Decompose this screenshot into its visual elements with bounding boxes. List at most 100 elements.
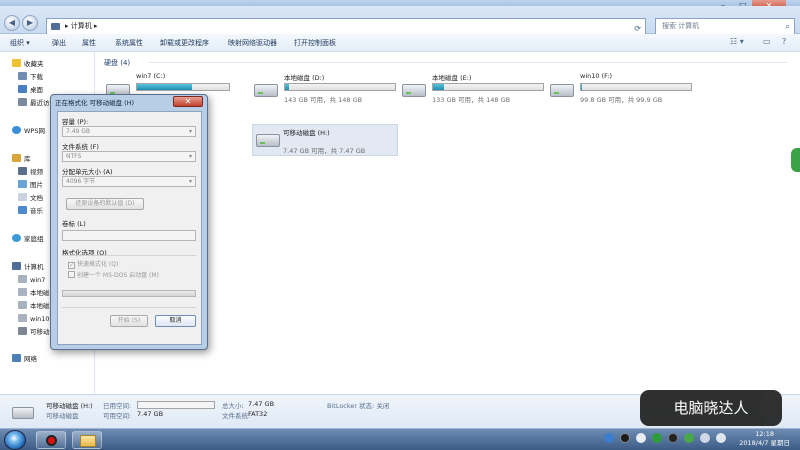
details-total-value: 7.47 GB	[248, 400, 275, 408]
uninstall-button[interactable]: 卸载或更改程序	[160, 37, 209, 49]
drive-info: 133 GB 可用，共 148 GB	[432, 96, 511, 104]
options-divider	[62, 255, 196, 256]
eject-button[interactable]: 弹出	[52, 37, 66, 49]
drive-h-removable[interactable]: 可移动磁盘 (H:) 7.47 GB 可用，共 7.47 GB	[252, 124, 398, 156]
sidebar-item-local-e[interactable]: 本地磁	[18, 300, 50, 312]
video-icon	[18, 167, 27, 175]
quick-format-checkbox[interactable]: ✓ 快速格式化 (Q)	[68, 259, 118, 269]
msdos-startup-checkbox[interactable]: 创建一个 MS-DOS 启动盘 (M)	[68, 270, 159, 279]
drive-info: 7.47 GB 可用，共 7.47 GB	[283, 147, 366, 155]
sidebar-item-downloads[interactable]: 下载	[18, 71, 43, 83]
document-icon	[18, 193, 27, 201]
clock[interactable]: 12:18 2018/4/7 星期日	[739, 430, 790, 448]
capacity-select[interactable]: 7.49 GB ▾	[62, 126, 196, 137]
details-bitlocker: BitLocker 状态: 关闭	[327, 402, 390, 410]
drive-e[interactable]: 本地磁盘 (E:) 133 GB 可用，共 148 GB	[402, 72, 547, 112]
filesystem-select[interactable]: NTFS ▾	[62, 151, 196, 162]
sidebar-item-music[interactable]: 音乐	[18, 205, 43, 217]
sidebar-item-documents[interactable]: 文档	[18, 192, 43, 204]
tray-volume-icon[interactable]	[716, 433, 726, 443]
forward-button[interactable]: ▶	[22, 15, 38, 31]
properties-button[interactable]: 属性	[82, 37, 96, 49]
start-button[interactable]: 开始 (S)	[110, 315, 148, 327]
sidebar-item-favorites[interactable]: 收藏夹	[12, 58, 44, 70]
search-icon: ⌕	[784, 22, 790, 32]
control-panel-button[interactable]: 打开控制面板	[294, 37, 336, 49]
drive-d[interactable]: 本地磁盘 (D:) 143 GB 可用，共 148 GB	[254, 72, 399, 112]
allocation-label: 分配单元大小 (A)	[62, 168, 113, 176]
back-button[interactable]: ◀	[4, 15, 20, 31]
start-button[interactable]	[4, 430, 26, 450]
side-widget-tab[interactable]	[791, 148, 800, 172]
sidebar-item-win10[interactable]: win10	[18, 313, 50, 325]
sidebar-item-libraries[interactable]: 库	[12, 153, 31, 165]
usb-drive-icon	[18, 327, 27, 335]
help-icon[interactable]: ?	[782, 37, 786, 46]
tray-app-icon[interactable]	[620, 433, 630, 443]
computer-icon	[12, 262, 21, 270]
sidebar-item-homegroup[interactable]: 家庭组	[12, 233, 44, 245]
picture-icon	[18, 180, 27, 188]
preview-pane-icon[interactable]: ▭	[763, 37, 771, 46]
details-drive-name: 可移动磁盘 (H:)	[46, 402, 93, 410]
tray-input-icon[interactable]	[636, 433, 646, 443]
sidebar-item-wps[interactable]: WPS网	[12, 125, 45, 137]
record-icon	[46, 435, 57, 446]
drive-info: 99.8 GB 可用，共 99.9 GB	[580, 96, 663, 104]
sidebar-item-desktop[interactable]: 桌面	[18, 84, 43, 96]
search-placeholder: 搜索 计算机	[662, 22, 700, 30]
sidebar-item-local-d[interactable]: 本地磁	[18, 287, 50, 299]
capacity-value: 7.49 GB	[66, 128, 91, 135]
drive-name: 可移动磁盘 (H:)	[283, 129, 330, 137]
volume-label-input[interactable]	[62, 230, 196, 241]
details-drive-type: 可移动磁盘	[46, 412, 79, 420]
taskbar-explorer[interactable]	[72, 431, 102, 449]
tray-network-icon[interactable]	[604, 433, 614, 443]
dialog-close-button[interactable]: ✕	[173, 96, 203, 107]
system-properties-button[interactable]: 系统属性	[115, 37, 143, 49]
drive-icon	[18, 301, 27, 309]
drive-name: win10 (F:)	[580, 72, 613, 80]
restore-defaults-button[interactable]: 还原设备的默认值 (D)	[66, 198, 144, 210]
hard-disks-group-title[interactable]: 硬盘 (4)	[104, 58, 130, 68]
volume-label-label: 卷标 (L)	[62, 220, 86, 228]
sidebar-item-win7[interactable]: win7	[18, 274, 45, 286]
address-bar[interactable]: ▸ 计算机 ▸ ⟳	[46, 18, 646, 35]
drive-name: win7 (C:)	[136, 72, 166, 80]
computer-icon	[51, 23, 60, 30]
taskbar-recorder[interactable]	[36, 431, 66, 449]
folder-icon	[80, 435, 96, 447]
tray-usb-icon[interactable]	[700, 433, 710, 443]
sidebar-item-videos[interactable]: 视频	[18, 166, 43, 178]
format-dialog: 正在格式化 可移动磁盘 (H) ✕ 容量 (P): 7.49 GB ▾ 文件系统 …	[50, 94, 208, 350]
chevron-down-icon: ▾	[188, 128, 192, 135]
format-progress-bar	[62, 290, 196, 297]
sidebar-item-network[interactable]: 网络	[12, 353, 37, 365]
channel-watermark: 电脑晓达人	[640, 390, 782, 426]
tray-app3-icon[interactable]	[684, 433, 694, 443]
chevron-down-icon: ▾	[188, 153, 192, 160]
recent-icon	[18, 98, 27, 106]
drive-usage-fill	[285, 84, 290, 90]
capacity-label: 容量 (P):	[62, 118, 89, 126]
address-row: ◀ ▶ ▸ 计算机 ▸ ⟳ 搜索 计算机 ⌕	[0, 6, 800, 35]
cancel-button[interactable]: 取消	[155, 315, 196, 327]
tray-security-icon[interactable]	[652, 433, 662, 443]
organize-menu[interactable]: 组织 ▾	[10, 37, 30, 49]
map-drive-button[interactable]: 映射网络驱动器	[228, 37, 277, 49]
drive-icon	[402, 84, 426, 97]
sidebar-item-recent[interactable]: 最近访	[18, 97, 50, 109]
view-options-icon[interactable]: ☷ ▾	[730, 37, 744, 46]
checkbox-icon	[68, 271, 75, 278]
filesystem-label: 文件系统 (F)	[62, 143, 99, 151]
drive-f[interactable]: win10 (F:) 99.8 GB 可用，共 99.9 GB	[550, 72, 695, 112]
allocation-select[interactable]: 4096 字节 ▾	[62, 176, 196, 187]
sidebar-item-removable[interactable]: 可移动	[18, 326, 50, 338]
sidebar-item-pictures[interactable]: 图片	[18, 179, 43, 191]
details-total-label: 总大小:	[222, 402, 244, 410]
group-divider	[148, 62, 788, 63]
sidebar-item-computer[interactable]: 计算机	[12, 261, 44, 273]
dialog-title: 正在格式化 可移动磁盘 (H)	[55, 99, 135, 107]
search-input[interactable]: 搜索 计算机 ⌕	[655, 18, 795, 35]
tray-app2-icon[interactable]	[668, 433, 678, 443]
